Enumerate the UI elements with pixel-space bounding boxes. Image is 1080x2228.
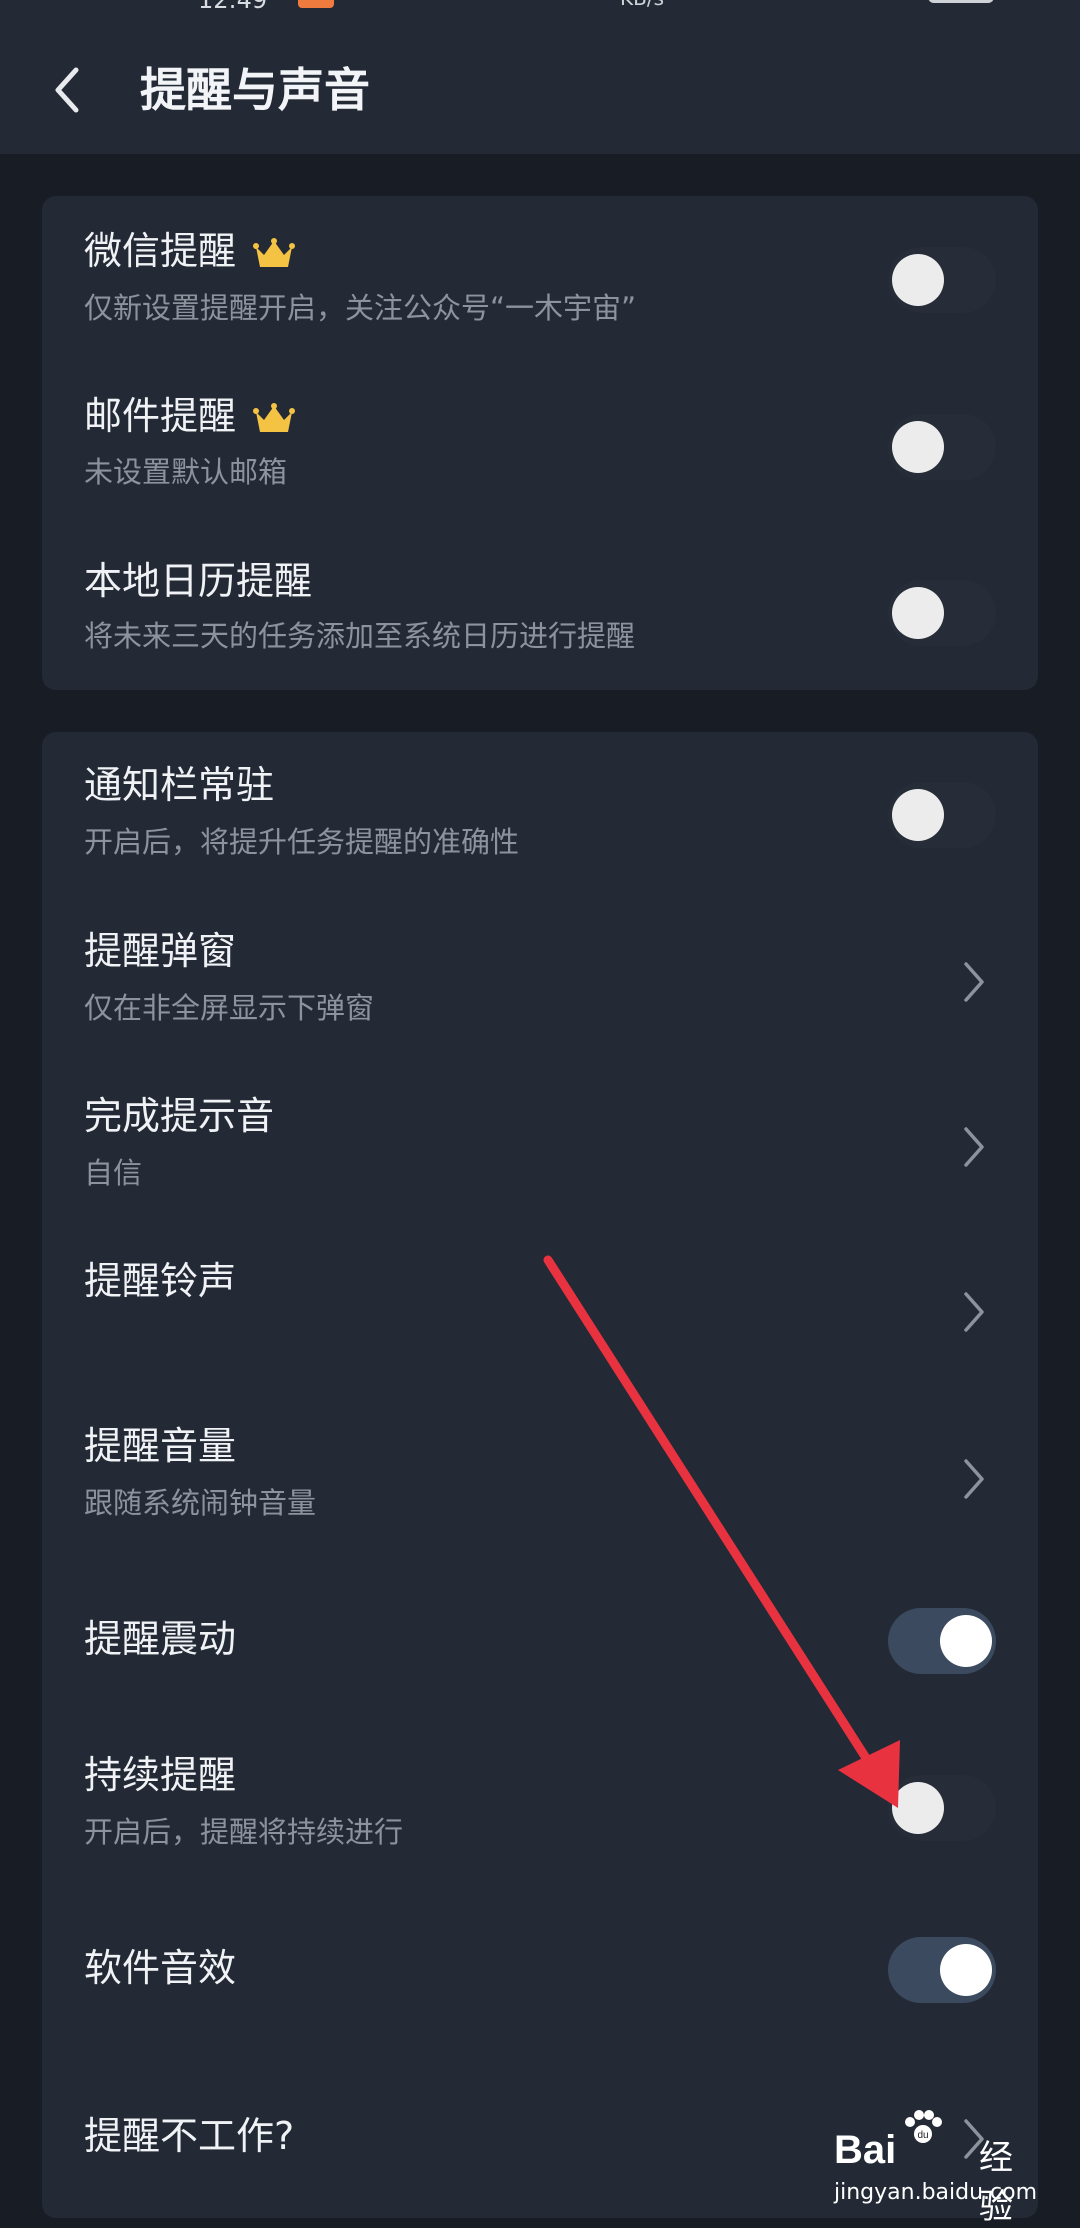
setting-title: 提醒铃声 — [84, 1259, 237, 1303]
setting-subtitle: 跟随系统闹钟音量 — [84, 1486, 317, 1520]
setting-complete-sound[interactable]: 完成提示音 自信 — [42, 1063, 1038, 1228]
app-header: 提醒与声音 — [0, 14, 1080, 154]
toggle-knob — [892, 789, 944, 841]
setting-title: 提醒音量 — [84, 1424, 237, 1468]
setting-subtitle: 自信 — [84, 1156, 143, 1190]
setting-subtitle: 仅新设置提醒开启，关注公众号“一木宇宙” — [84, 291, 637, 325]
chevron-right-icon — [964, 962, 984, 1002]
vibration-toggle[interactable] — [888, 1608, 996, 1674]
setting-subtitle: 开启后，提醒将持续进行 — [84, 1815, 404, 1849]
setting-app-sound[interactable]: 软件音效 — [42, 1889, 1038, 2055]
local-calendar-toggle[interactable] — [888, 580, 996, 646]
watermark-du: du — [917, 2130, 928, 2141]
notification-persistent-toggle[interactable] — [888, 782, 996, 848]
setting-title: 微信提醒 — [84, 229, 237, 273]
net-speed: KB/s — [620, 0, 664, 10]
setting-email-reminder[interactable]: 邮件提醒 未设置默认邮箱 — [42, 362, 1038, 528]
toggle-knob — [892, 254, 944, 306]
toggle-knob — [940, 1615, 992, 1667]
setting-subtitle: 仅在非全屏显示下弹窗 — [84, 991, 375, 1025]
setting-title: 邮件提醒 — [84, 394, 237, 438]
watermark-brand: Bai — [834, 2128, 897, 2172]
setting-title: 通知栏常驻 — [84, 763, 275, 807]
watermark-url: jingyan.baidu.com — [834, 2180, 1038, 2205]
status-time: 12:49 — [198, 0, 268, 14]
settings-group-sound: 通知栏常驻 开启后，将提升任务提醒的准确性 提醒弹窗 仅在非全屏显示下弹窗 完成… — [42, 732, 1038, 2218]
back-arrow-icon[interactable] — [38, 58, 102, 122]
toggle-knob — [892, 587, 944, 639]
wechat-reminder-toggle[interactable] — [888, 247, 996, 313]
setting-ringtone[interactable]: 提醒铃声 — [42, 1228, 1038, 1393]
setting-local-calendar[interactable]: 本地日历提醒 将未来三天的任务添加至系统日历进行提醒 — [42, 528, 1038, 690]
paw-icon: du — [905, 2110, 942, 2143]
battery-icon — [928, 0, 994, 3]
settings-group-reminders: 微信提醒 仅新设置提醒开启，关注公众号“一木宇宙” 邮件提醒 未设置默认邮箱 本… — [42, 196, 1038, 690]
status-bar: 12:49 KB/s — [0, 0, 1080, 14]
setting-continuous-reminder[interactable]: 持续提醒 开启后，提醒将持续进行 — [42, 1724, 1038, 1889]
toggle-knob — [892, 1782, 944, 1834]
setting-title: 完成提示音 — [84, 1094, 275, 1138]
notification-badge-icon — [298, 0, 334, 8]
chevron-right-icon — [964, 1127, 984, 1167]
chevron-right-icon — [964, 1292, 984, 1332]
setting-title: 软件音效 — [84, 1946, 237, 1990]
toggle-knob — [940, 1944, 992, 1996]
setting-title: 提醒不工作? — [84, 2114, 295, 2158]
chevron-right-icon — [964, 1459, 984, 1499]
crown-icon — [253, 237, 296, 267]
continuous-reminder-toggle[interactable] — [888, 1775, 996, 1841]
setting-reminder-popup[interactable]: 提醒弹窗 仅在非全屏显示下弹窗 — [42, 898, 1038, 1063]
setting-notification-persistent[interactable]: 通知栏常驻 开启后，将提升任务提醒的准确性 — [42, 732, 1038, 898]
setting-vibration[interactable]: 提醒震动 — [42, 1558, 1038, 1724]
setting-wechat-reminder[interactable]: 微信提醒 仅新设置提醒开启，关注公众号“一木宇宙” — [42, 196, 1038, 362]
crown-icon — [253, 402, 296, 432]
setting-subtitle: 将未来三天的任务添加至系统日历进行提醒 — [84, 619, 636, 653]
setting-subtitle: 未设置默认邮箱 — [84, 455, 288, 489]
app-sound-toggle[interactable] — [888, 1937, 996, 2003]
email-reminder-toggle[interactable] — [888, 414, 996, 480]
watermark-jingyan: 经验 — [979, 2138, 1013, 2227]
toggle-knob — [892, 421, 944, 473]
setting-title: 提醒震动 — [84, 1617, 237, 1661]
baidu-jingyan-watermark: Bai du 经验 jingyan.baidu.com — [834, 2108, 1044, 2227]
setting-title: 本地日历提醒 — [84, 559, 313, 603]
setting-title: 提醒弹窗 — [84, 929, 237, 973]
setting-title: 持续提醒 — [84, 1753, 237, 1797]
page-title: 提醒与声音 — [140, 63, 370, 117]
setting-subtitle: 开启后，将提升任务提醒的准确性 — [84, 825, 520, 859]
setting-volume[interactable]: 提醒音量 跟随系统闹钟音量 — [42, 1393, 1038, 1558]
